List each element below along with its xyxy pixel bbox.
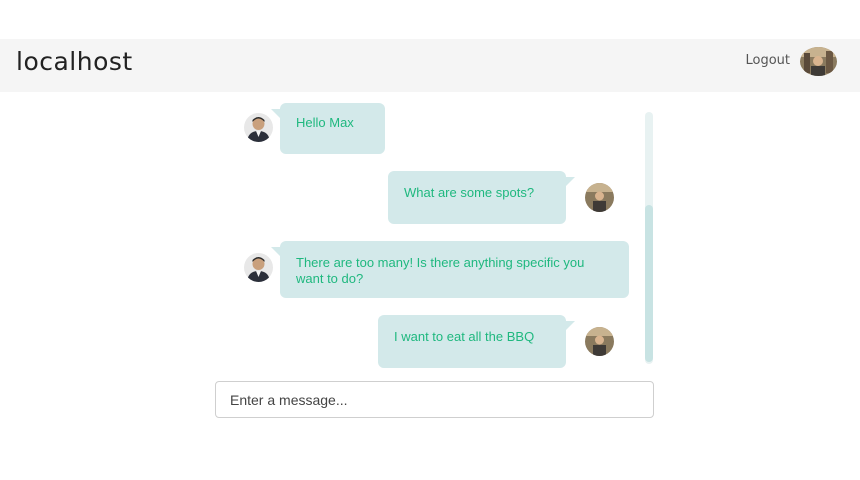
- message-bubble: I want to eat all the BBQ: [378, 315, 575, 368]
- logout-link[interactable]: Logout: [745, 53, 790, 69]
- contact-avatar-icon: [244, 253, 273, 282]
- navbar: localhost Logout: [0, 39, 860, 92]
- chat-scrollbar[interactable]: [645, 112, 653, 364]
- message-text: There are too many! Is there anything sp…: [296, 255, 585, 286]
- chat-scrollbar-thumb[interactable]: [645, 205, 653, 362]
- message-bubble: Hello Max: [271, 103, 385, 154]
- message-text: Hello Max: [296, 115, 354, 130]
- chat-page: localhost Logout Hello Max What are some…: [0, 0, 860, 480]
- brand-title[interactable]: localhost: [16, 47, 133, 77]
- message-text: What are some spots?: [404, 185, 535, 200]
- user-avatar-icon: [585, 183, 614, 212]
- message-input[interactable]: [215, 381, 654, 418]
- user-avatar-icon[interactable]: [800, 47, 837, 76]
- message-bubble: There are too many! Is there anything sp…: [271, 241, 629, 298]
- message-text: I want to eat all the BBQ: [394, 329, 535, 344]
- user-avatar-icon: [585, 327, 614, 356]
- message-bubble: What are some spots?: [388, 171, 575, 224]
- contact-avatar-icon: [244, 113, 273, 142]
